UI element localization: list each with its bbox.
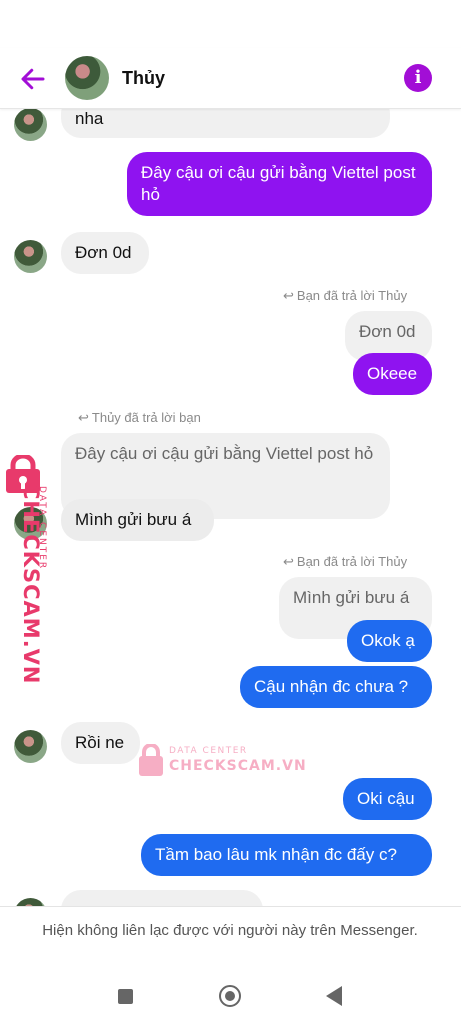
watermark-small-text: DATA CENTER xyxy=(37,486,47,571)
arrow-left-icon[interactable] xyxy=(18,64,48,94)
watermark-vertical: CHECKSCAM.VN DATA CENTER xyxy=(0,453,52,685)
message-bubble[interactable]: Cậu nhận đc chưa ? xyxy=(240,666,432,708)
message-text: Okok ạ xyxy=(361,631,415,650)
reply-note-text: Bạn đã trả lời Thủy xyxy=(296,554,408,569)
system-nav-bar xyxy=(0,968,461,1024)
message-text: Cậu nhận đc chưa ? xyxy=(254,677,409,696)
message-text: Đơn 0d xyxy=(75,243,132,262)
reply-note-text: Thủy đã trả lời bạn xyxy=(91,410,201,425)
message-bubble[interactable]: Đơn 0d xyxy=(61,232,149,274)
reply-note: ↩ Bạn đã trả lời Thủy xyxy=(283,288,407,304)
watermark-center: DATA CENTER CHECKSCAM.VN xyxy=(137,742,306,780)
contact-name[interactable]: Thủy xyxy=(122,68,165,89)
reply-arrow-icon: ↩ xyxy=(78,410,89,425)
lock-icon xyxy=(139,744,163,776)
message-text: Tầm bao lâu mk nhận đc đấy c? xyxy=(155,845,397,864)
message-bubble[interactable]: Mình gửi bưu á xyxy=(61,499,214,541)
square-icon[interactable] xyxy=(118,989,133,1004)
message-bubble-partial[interactable] xyxy=(61,890,263,906)
message-bubble[interactable]: Đây cậu ơi cậu gửi bằng Viettel post hỏ xyxy=(127,152,432,216)
watermark-big-text: CHECKSCAM.VN xyxy=(169,758,307,774)
message-bubble[interactable]: Okok ạ xyxy=(347,620,432,662)
sender-avatar[interactable] xyxy=(14,730,47,763)
message-text: Okeee xyxy=(367,364,418,383)
quoted-text: Đơn 0d xyxy=(359,322,416,341)
message-bubble[interactable]: Tầm bao lâu mk nhận đc đấy c? xyxy=(141,834,432,876)
message-bubble[interactable]: Rồi ne xyxy=(61,722,140,764)
message-bubble[interactable]: nha xyxy=(61,108,390,138)
watermark-small-text: DATA CENTER xyxy=(169,746,248,756)
message-text: Đây cậu ơi cậu gửi bằng Viettel post hỏ xyxy=(141,163,416,204)
reply-note: ↩ Thủy đã trả lời bạn xyxy=(78,410,201,426)
sender-avatar[interactable] xyxy=(14,108,47,141)
reply-note-text: Bạn đã trả lời Thủy xyxy=(296,288,408,303)
info-icon[interactable]: i xyxy=(404,64,432,92)
message-text: Mình gửi bưu á xyxy=(75,510,192,529)
reply-arrow-icon: ↩ xyxy=(283,288,294,303)
sender-avatar[interactable] xyxy=(14,240,47,273)
quoted-text: Mình gửi bưu á xyxy=(293,588,410,607)
reply-note: ↩ Bạn đã trả lời Thủy xyxy=(283,554,407,570)
unavailable-notice: Hiện không liên lạc được với người này t… xyxy=(0,906,461,969)
notice-text: Hiện không liên lạc được với người này t… xyxy=(42,922,418,939)
contact-avatar[interactable] xyxy=(65,56,109,100)
circle-icon[interactable] xyxy=(219,985,241,1007)
message-text: nha xyxy=(75,109,104,128)
message-bubble[interactable]: Okeee xyxy=(353,353,432,395)
quoted-text: Đây cậu ơi cậu gửi bằng Viettel post hỏ xyxy=(75,444,374,463)
message-list[interactable]: nha Đây cậu ơi cậu gửi bằng Viettel post… xyxy=(0,108,461,906)
reply-arrow-icon: ↩ xyxy=(283,554,294,569)
chat-header: Thủy i xyxy=(0,48,461,109)
sender-avatar[interactable] xyxy=(14,898,47,906)
triangle-back-icon[interactable] xyxy=(326,986,342,1006)
message-text: Oki cậu xyxy=(357,789,415,808)
message-bubble[interactable]: Oki cậu xyxy=(343,778,432,820)
message-text: Rồi ne xyxy=(75,733,125,752)
